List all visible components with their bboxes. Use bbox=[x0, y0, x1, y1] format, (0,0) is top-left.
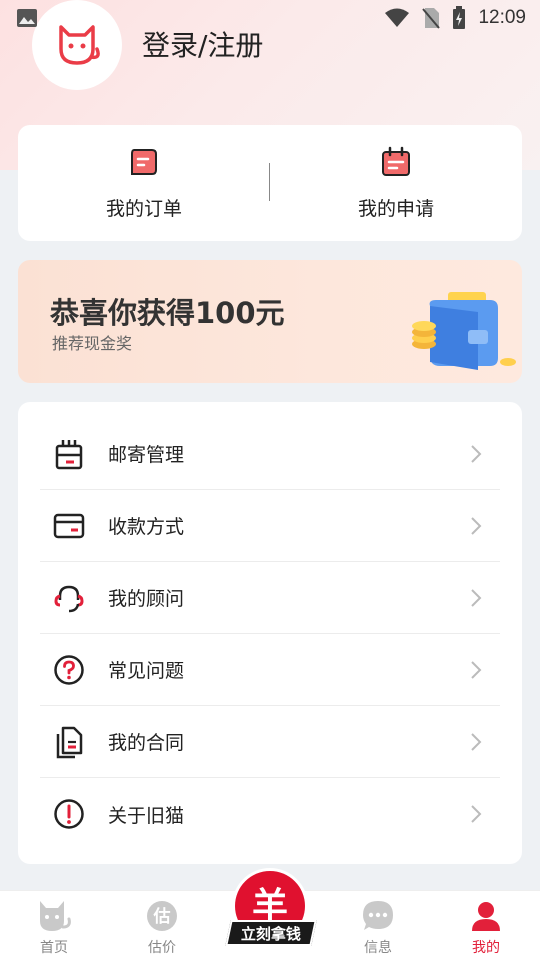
referral-banner[interactable]: 恭喜你获得100元 推荐现金奖 bbox=[18, 260, 522, 383]
menu-item-my-contract[interactable]: 我的合同 bbox=[40, 706, 500, 778]
menu-label-faq: 常见问题 bbox=[108, 660, 185, 682]
banner-title: 恭喜你获得100元 bbox=[50, 296, 285, 330]
status-time: 12:09 bbox=[478, 7, 526, 28]
tab-home-label: 首页 bbox=[40, 940, 68, 956]
message-icon bbox=[363, 901, 393, 930]
tab-estimate-label: 估价 bbox=[148, 940, 176, 956]
my-applications-button[interactable]: 我的申请 bbox=[270, 125, 522, 241]
cat-home-icon bbox=[40, 901, 71, 931]
chevron-right-icon bbox=[471, 517, 482, 535]
tab-messages-label: 信息 bbox=[364, 940, 392, 956]
chevron-right-icon bbox=[471, 733, 482, 751]
estimate-icon: 估 bbox=[147, 901, 177, 931]
orders-card: 我的订单 我的申请 bbox=[18, 125, 522, 241]
menu-item-mail-management[interactable]: 邮寄管理 bbox=[40, 418, 500, 490]
chevron-right-icon bbox=[471, 661, 482, 679]
svg-text:估: 估 bbox=[153, 906, 171, 927]
order-icon bbox=[131, 148, 157, 175]
menu-label-payment-method: 收款方式 bbox=[108, 516, 185, 538]
contract-icon bbox=[56, 726, 83, 758]
get-money-badge: 立刻拿钱 bbox=[225, 920, 317, 946]
tab-mine-label: 我的 bbox=[472, 940, 500, 956]
menu-item-payment-method[interactable]: 收款方式 bbox=[40, 490, 500, 562]
chevron-right-icon bbox=[471, 445, 482, 463]
orders-divider bbox=[269, 163, 270, 201]
my-orders-button[interactable]: 我的订单 bbox=[18, 125, 270, 241]
get-money-label: 立刻拿钱 bbox=[240, 924, 301, 943]
menu-label-about: 关于旧猫 bbox=[108, 804, 185, 827]
tab-home[interactable]: 首页 bbox=[14, 899, 94, 957]
banner-subtitle: 推荐现金奖 bbox=[52, 334, 133, 353]
menu-item-faq[interactable]: 常见问题 bbox=[40, 634, 500, 706]
status-bar: 12:09 bbox=[0, 0, 540, 36]
chevron-right-icon bbox=[471, 589, 482, 607]
tab-estimate[interactable]: 估 估价 bbox=[122, 899, 202, 957]
menu-card: 邮寄管理 收款方式 我的顾问 常见问题 我的合同 关于旧猫 bbox=[18, 402, 522, 864]
my-orders-label: 我的订单 bbox=[105, 197, 182, 220]
user-icon bbox=[472, 902, 500, 931]
no-sim-icon bbox=[422, 8, 441, 29]
menu-label-mail-management: 邮寄管理 bbox=[108, 444, 185, 466]
wifi-icon bbox=[385, 8, 410, 27]
mail-box-icon bbox=[55, 439, 83, 469]
menu-label-my-advisor: 我的顾问 bbox=[108, 588, 185, 610]
calendar-icon bbox=[382, 146, 410, 176]
tab-messages[interactable]: 信息 bbox=[338, 899, 418, 957]
card-icon bbox=[53, 513, 85, 538]
question-icon bbox=[54, 654, 84, 685]
get-money-button[interactable]: 羊 立刻拿钱 bbox=[224, 868, 317, 960]
menu-item-my-advisor[interactable]: 我的顾问 bbox=[40, 562, 500, 634]
menu-item-about[interactable]: 关于旧猫 bbox=[40, 778, 500, 850]
info-icon bbox=[54, 799, 84, 829]
tab-mine[interactable]: 我的 bbox=[446, 899, 526, 957]
menu-label-my-contract: 我的合同 bbox=[108, 732, 185, 754]
my-applications-label: 我的申请 bbox=[357, 197, 434, 220]
headset-icon bbox=[54, 585, 84, 612]
chevron-right-icon bbox=[471, 805, 482, 823]
battery-icon bbox=[453, 6, 466, 29]
gallery-icon bbox=[17, 9, 37, 27]
wallet-coins-icon bbox=[412, 292, 516, 370]
